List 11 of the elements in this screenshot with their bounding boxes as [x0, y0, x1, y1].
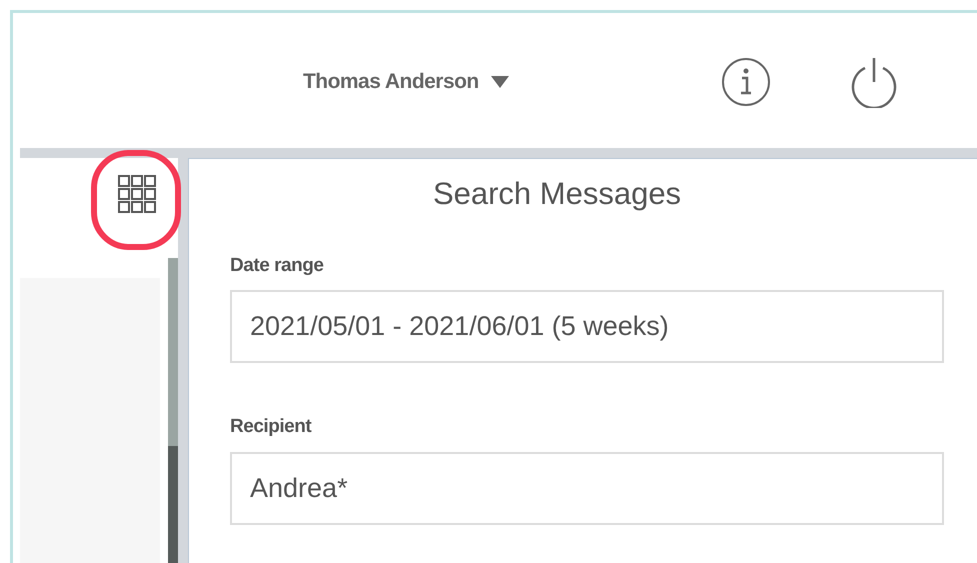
input-field[interactable]: Andrea*	[230, 452, 944, 524]
power-icon[interactable]	[848, 56, 899, 108]
field-label: Recipient	[230, 415, 312, 439]
user-menu-button[interactable]: Thomas Anderson	[303, 66, 509, 98]
field-label: Date range	[230, 254, 324, 278]
caret-icon	[490, 76, 509, 88]
apps-grid-icon[interactable]	[116, 173, 158, 215]
scrollbar[interactable]	[168, 258, 178, 563]
input-field[interactable]: 2021/05/01 - 2021/06/01 (5 weeks)	[230, 290, 944, 363]
panel-title: Search Messages	[432, 175, 682, 213]
info-icon[interactable]	[720, 56, 771, 106]
